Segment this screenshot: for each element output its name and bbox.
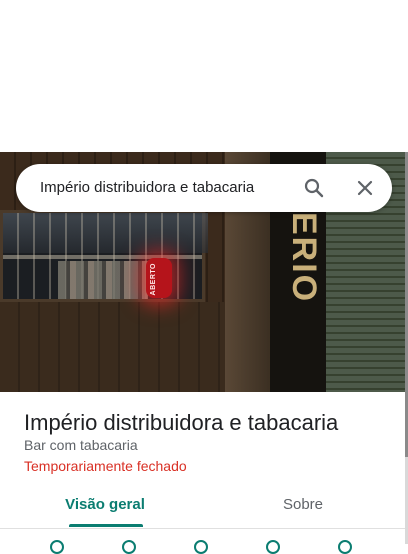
neon-sign-text: ABERTO bbox=[150, 263, 157, 296]
place-status: Temporariamente fechado bbox=[24, 458, 187, 474]
search-input[interactable]: Império distribuidora e tabacaria bbox=[40, 179, 254, 196]
action-button-5[interactable] bbox=[338, 540, 352, 554]
place-category[interactable]: Bar com tabacaria bbox=[24, 437, 138, 453]
action-button-4[interactable] bbox=[266, 540, 280, 554]
action-button-2[interactable] bbox=[122, 540, 136, 554]
close-icon bbox=[357, 180, 373, 196]
photo-shelf-items bbox=[58, 261, 148, 299]
photo-shop-window bbox=[0, 210, 208, 302]
vertical-sign-text: ERIO bbox=[285, 212, 323, 304]
action-button-1[interactable] bbox=[50, 540, 64, 554]
photo-shelf bbox=[3, 255, 202, 259]
clear-search-button[interactable] bbox=[353, 176, 377, 200]
action-buttons-row bbox=[0, 538, 405, 554]
search-button[interactable] bbox=[302, 176, 326, 200]
search-bar[interactable]: Império distribuidora e tabacaria bbox=[16, 164, 392, 212]
search-icon bbox=[304, 178, 324, 198]
tab-selected-indicator bbox=[69, 524, 143, 527]
tab-overview[interactable]: Visão geral bbox=[4, 484, 206, 528]
tab-bar: Visão geral Sobre bbox=[0, 484, 405, 529]
photo-neon-sign: ABERTO bbox=[146, 258, 172, 298]
action-button-3[interactable] bbox=[194, 540, 208, 554]
place-title: Império distribuidora e tabacaria bbox=[24, 410, 339, 435]
tab-about[interactable]: Sobre bbox=[202, 484, 404, 528]
